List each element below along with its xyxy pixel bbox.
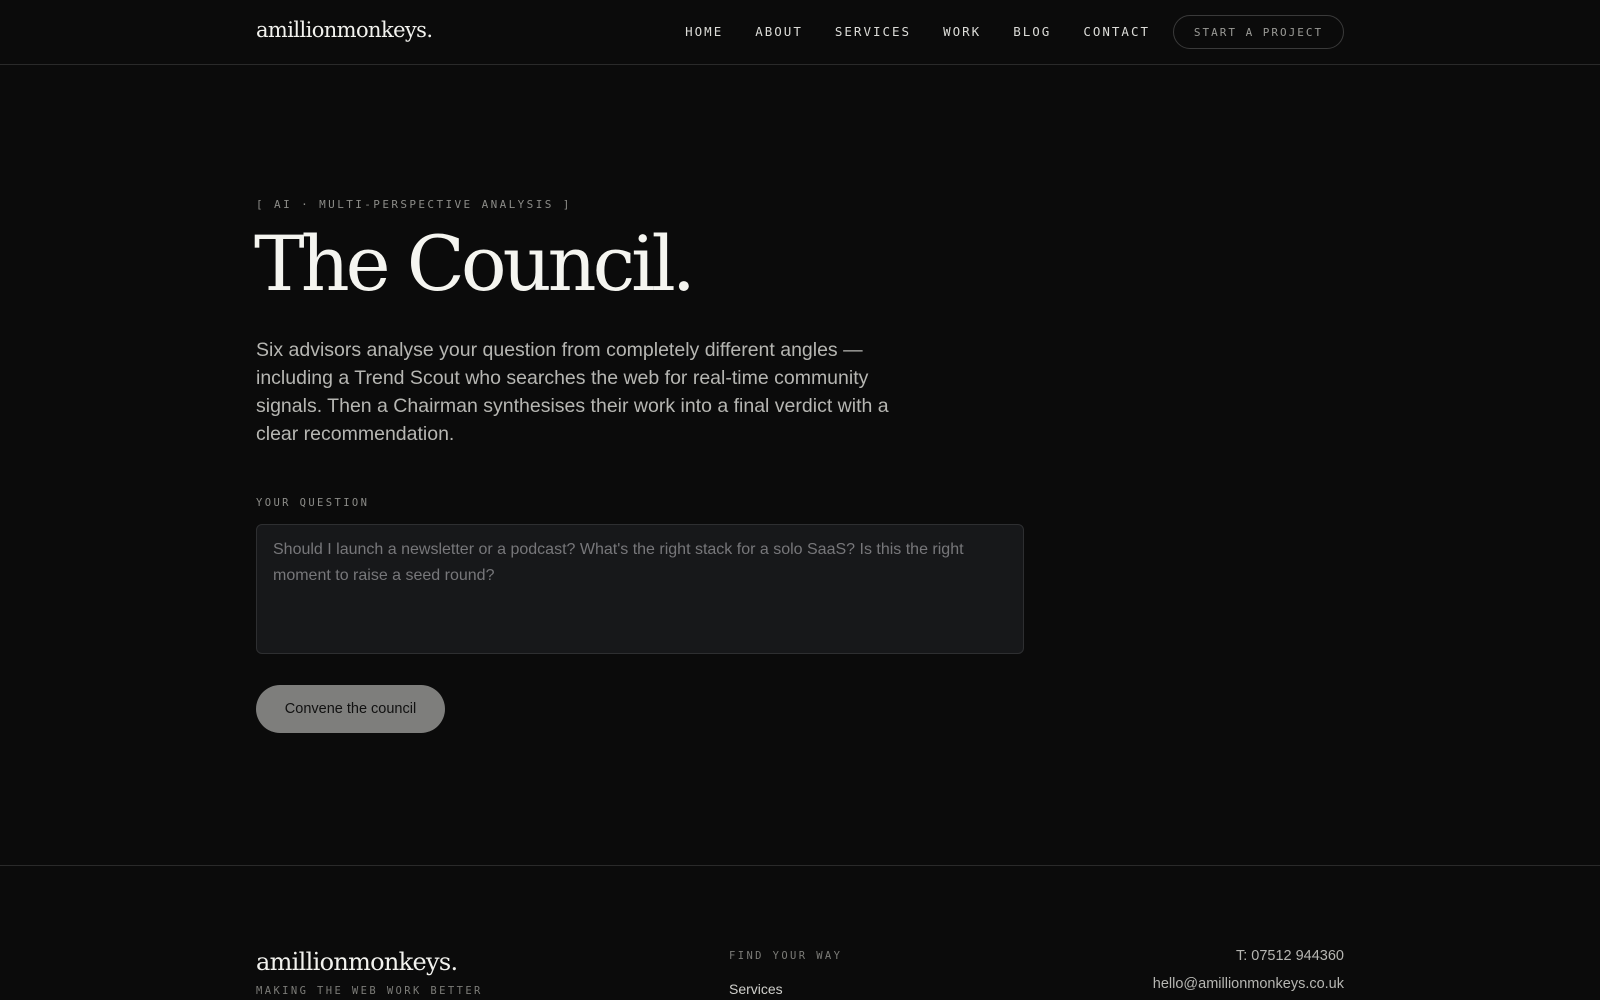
- nav-about[interactable]: ABOUT: [755, 24, 803, 39]
- start-project-button[interactable]: START A PROJECT: [1173, 15, 1344, 49]
- footer-phone: T: 07512 944360: [1235, 948, 1344, 964]
- question-input[interactable]: [256, 524, 1024, 654]
- nav-services[interactable]: SERVICES: [835, 24, 911, 39]
- question-label: YOUR QUESTION: [256, 497, 370, 509]
- intro-paragraph: Six advisors analyse your question from …: [256, 339, 889, 445]
- convene-council-button[interactable]: Convene the council: [256, 685, 445, 733]
- nav-work[interactable]: WORK: [943, 24, 981, 39]
- nav-home[interactable]: HOME: [685, 24, 723, 39]
- nav-contact[interactable]: CONTACT: [1083, 24, 1150, 39]
- site-footer: amillionmonkeys. MAKING THE WEB WORK BET…: [0, 865, 1600, 1000]
- nav-blog[interactable]: BLOG: [1013, 24, 1051, 39]
- footer-logo[interactable]: amillionmonkeys.: [256, 948, 458, 976]
- footer-tagline: MAKING THE WEB WORK BETTER: [256, 985, 483, 997]
- page-title: The Council.: [254, 219, 696, 308]
- footer-nav-heading: FIND YOUR WAY: [729, 950, 843, 962]
- footer-link-services[interactable]: Services: [729, 981, 783, 997]
- main-nav: HOME ABOUT SERVICES WORK BLOG CONTACT: [685, 24, 1150, 39]
- eyebrow-label: [ AI · MULTI-PERSPECTIVE ANALYSIS ]: [256, 198, 572, 211]
- site-logo[interactable]: amillionmonkeys.: [256, 18, 433, 42]
- footer-email-link[interactable]: hello@amillionmonkeys.co.uk: [1153, 976, 1344, 992]
- site-header: amillionmonkeys. HOME ABOUT SERVICES WOR…: [0, 0, 1600, 65]
